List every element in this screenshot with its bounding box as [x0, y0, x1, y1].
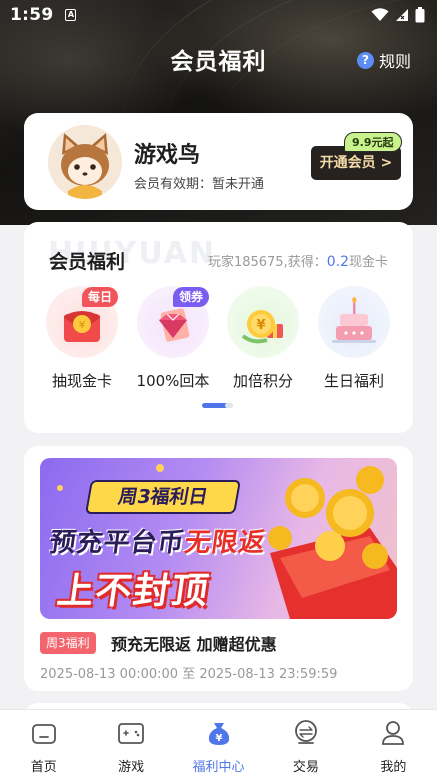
svg-text:¥: ¥: [215, 733, 222, 744]
tab-trade[interactable]: 交易: [262, 710, 349, 776]
event-title: 预充无限返 加赠超优惠: [111, 635, 277, 654]
event-time: 2025-08-13 00:00:00 至 2025-08-13 23:59:5…: [40, 667, 338, 682]
event-card[interactable]: 周3福利日 预充平台币无限返 上不封顶 周3福利 预充无限返 加赠超优惠 202…: [24, 446, 413, 691]
membership-validity: 会员有效期：暂未开通: [134, 177, 265, 192]
banner-tag: 周3福利日: [85, 480, 241, 514]
bottom-tab-bar: 首页 游戏 ¥ 福利中心 交易 我的: [0, 709, 437, 776]
tab-label: 首页: [30, 760, 57, 775]
banner-slogan: 上不封顶: [54, 571, 213, 612]
trade-icon: [295, 720, 317, 744]
coupon-badge: 领券: [173, 287, 210, 307]
svg-text:¥: ¥: [79, 320, 85, 331]
benefit-label: 生日福利: [323, 372, 384, 390]
status-bar: 1:59 A: [0, 0, 437, 30]
benefit-label: 抽现金卡: [51, 372, 112, 390]
rules-label: 规则: [378, 52, 411, 71]
welfare-bag-icon: ¥: [208, 723, 229, 745]
banner-headline: 预充平台币无限返: [47, 522, 268, 559]
benefit-label: 加倍积分: [232, 372, 293, 390]
wifi-icon: [371, 8, 389, 21]
birthday-cake-icon: [318, 286, 390, 358]
tab-label: 福利中心: [192, 760, 245, 775]
question-icon: ?: [356, 51, 374, 69]
tab-profile[interactable]: 我的: [350, 710, 437, 776]
tab-label: 交易: [292, 760, 319, 775]
svg-text:¥: ¥: [256, 318, 265, 333]
profile-icon: [382, 721, 405, 745]
benefits-card: HUIYUAN 会员福利 玩家185675,获得：0.2现金卡 ¥ 抽现金卡 每…: [24, 222, 413, 433]
daily-badge: 每日: [82, 287, 119, 307]
pager-dot: [225, 403, 233, 408]
price-badge: 9.9元起: [344, 132, 402, 152]
member-card: 游戏鸟 会员有效期：暂未开通 开通会员 > 9.9元起: [24, 113, 413, 210]
stat-prefix: 玩家185675,获得：: [207, 255, 327, 270]
notification-a-icon: A: [65, 9, 77, 21]
tab-label: 游戏: [118, 760, 145, 775]
banner-headline-part1: 预充平台币: [47, 528, 187, 558]
status-indicators: [371, 7, 425, 23]
status-time: 1:59: [10, 5, 54, 25]
battery-icon: [415, 7, 425, 23]
stat-suffix: 现金卡: [348, 255, 388, 270]
coin-gift-icon: ¥: [227, 286, 299, 358]
tab-games[interactable]: 游戏: [87, 710, 174, 776]
benefits-title: 会员福利: [49, 251, 126, 273]
signal-icon: [396, 9, 408, 21]
game-icon: [118, 723, 145, 744]
fox-mascot-icon: [48, 125, 122, 199]
user-name: 游戏鸟: [134, 143, 201, 168]
benefit-item-birthday[interactable]: 生日福利: [309, 286, 399, 391]
event-banner[interactable]: 周3福利日 预充平台币无限返 上不封顶: [40, 458, 397, 619]
banner-headline-part2: 无限返: [182, 528, 268, 558]
tab-home[interactable]: 首页: [0, 710, 87, 776]
benefits-stat: 玩家185675,获得：0.2现金卡: [208, 251, 388, 270]
carousel-pager: [202, 403, 233, 408]
benefit-label: 100%回本: [136, 372, 210, 390]
event-tag: 周3福利: [40, 632, 96, 654]
rules-button[interactable]: ? 规则: [356, 48, 411, 72]
tab-welfare-center[interactable]: ¥ 福利中心: [175, 710, 262, 776]
benefit-item-double-points[interactable]: ¥ 加倍积分: [218, 286, 308, 391]
stat-value: 0.2: [326, 254, 349, 270]
tab-label: 我的: [380, 760, 407, 775]
home-icon: [31, 724, 56, 744]
avatar[interactable]: [48, 125, 122, 199]
